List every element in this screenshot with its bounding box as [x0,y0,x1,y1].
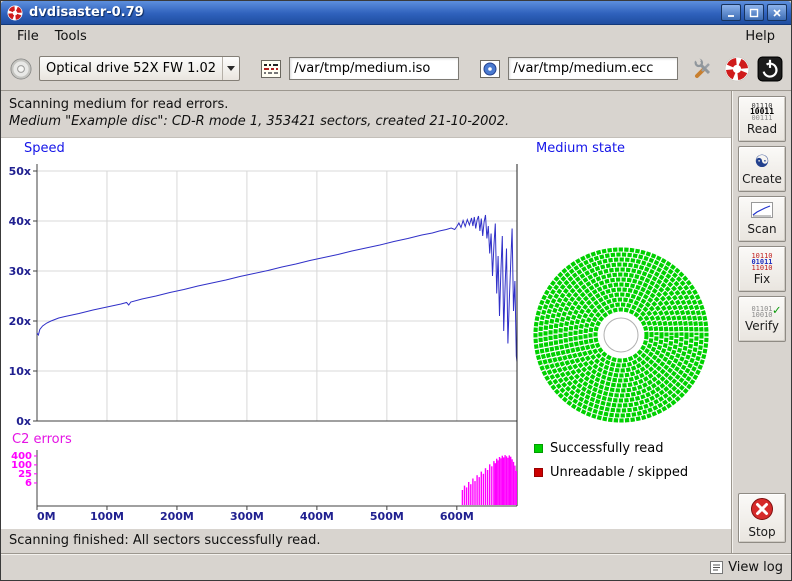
menu-help[interactable]: Help [737,27,783,46]
svg-text:0x: 0x [16,415,31,428]
log-icon [710,561,723,574]
view-log-label: View log [728,560,783,575]
speed-chart-title: Speed [24,141,65,156]
svg-text:100M: 100M [90,510,124,523]
dvdisaster-logo-button[interactable] [723,54,750,84]
binary-verify-icon: 01101 10010 ✓ [751,306,772,318]
yin-yang-icon: ☯ [754,153,769,171]
drive-select-arrow[interactable] [222,57,239,80]
menu-tools[interactable]: Tools [47,27,95,46]
chevron-down-icon [227,66,235,71]
action-sidebar: 01110 10011 00111 Read ☯ Create [731,91,791,553]
scan-chart-icon [751,202,773,221]
svg-text:400M: 400M [300,510,334,523]
svg-text:300M: 300M [230,510,264,523]
stop-icon [750,497,774,524]
ecc-file-icon [478,56,502,82]
svg-text:30x: 30x [9,265,31,278]
legend-label-unreadable: Unreadable / skipped [550,465,688,480]
stop-button[interactable]: Stop [738,493,786,543]
window-title: dvdisaster-0.79 [29,5,144,20]
titlebar: dvdisaster-0.79 [1,1,791,25]
app-logo-icon [7,5,23,21]
cd-drive-icon [9,56,33,82]
close-button[interactable] [767,4,787,21]
statusbar: View log [1,553,791,580]
wrench-icon [692,57,716,81]
verify-button[interactable]: 01101 10010 ✓ Verify [738,296,786,342]
svg-text:20x: 20x [9,315,31,328]
minimize-button[interactable] [721,4,741,21]
legend-label-success: Successfully read [550,441,663,456]
medium-state-title: Medium state [536,141,625,156]
status-info-line1: Scanning medium for read errors. [9,96,723,113]
c2-errors-chart-title: C2 errors [12,432,72,447]
drive-select-value: Optical drive 52X FW 1.02 [40,61,222,76]
svg-text:50x: 50x [9,165,31,178]
status-info-line2: Medium "Example disc": CD-R mode 1, 3534… [9,113,723,130]
scan-result-text: Scanning finished: All sectors successfu… [1,529,731,553]
menu-file[interactable]: File [9,27,47,46]
quit-button[interactable] [756,54,783,84]
preferences-button[interactable] [690,54,717,84]
binary-read-icon: 01110 10011 00111 [750,103,774,121]
stop-button-label: Stop [748,525,775,539]
maximize-button[interactable] [744,4,764,21]
svg-text:10x: 10x [9,365,31,378]
lifesaver-icon [724,56,750,82]
toolbar: Optical drive 52X FW 1.02 [1,47,791,91]
svg-text:40x: 40x [9,215,31,228]
verify-button-label: Verify [745,319,779,333]
chart-area: 0x10x20x30x40x50x6251004000M100M200M300M… [1,137,731,529]
create-button-label: Create [742,172,782,186]
app-window: dvdisaster-0.79 File Tools Help [0,0,792,581]
legend-item-success: Successfully read [534,441,663,456]
ecc-path-input[interactable] [508,57,678,80]
drive-select[interactable]: Optical drive 52X FW 1.02 [39,56,240,81]
binary-fix-icon: 10110 01011 11010 [751,253,772,271]
svg-text:500M: 500M [370,510,404,523]
legend-swatch-green [534,444,543,453]
svg-text:0M: 0M [37,510,56,523]
svg-text:400: 400 [11,451,32,462]
power-icon [757,56,783,82]
legend-item-unreadable: Unreadable / skipped [534,465,688,480]
fix-button[interactable]: 10110 01011 11010 Fix [738,246,786,292]
status-info: Scanning medium for read errors. Medium … [1,91,731,137]
iso-path-input[interactable] [289,57,459,80]
legend-swatch-red [534,468,543,477]
fix-button-label: Fix [754,272,770,286]
iso-file-icon [259,56,283,82]
read-button[interactable]: 01110 10011 00111 Read [738,96,786,142]
read-button-label: Read [747,122,777,136]
create-button[interactable]: ☯ Create [738,146,786,192]
view-log-button[interactable]: View log [710,560,783,575]
svg-text:600M: 600M [440,510,474,523]
scan-button[interactable]: Scan [738,196,786,242]
check-icon: ✓ [773,308,781,314]
svg-text:200M: 200M [160,510,194,523]
scan-button-label: Scan [747,222,776,236]
menubar: File Tools Help [1,25,791,47]
